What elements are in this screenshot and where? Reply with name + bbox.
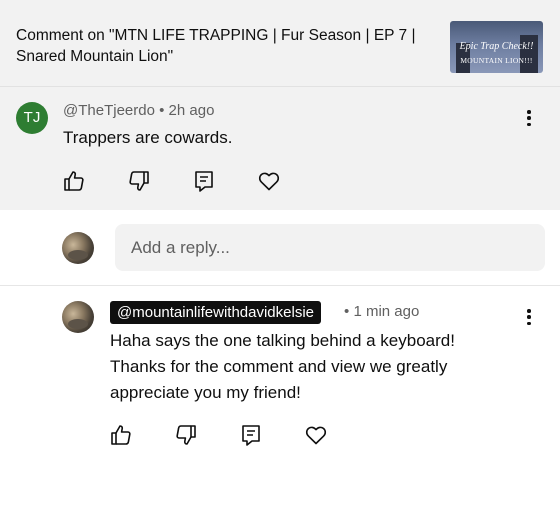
reply-text-line: appreciate you my friend! (110, 383, 301, 402)
dislike-icon[interactable] (127, 169, 151, 193)
reply-input[interactable]: Add a reply... (115, 224, 545, 271)
reply-text-line: Thanks for the comment and view we great… (110, 357, 448, 376)
comment-header: Comment on "MTN LIFE TRAPPING | Fur Seas… (0, 0, 560, 86)
comment-time: 2h ago (168, 102, 215, 119)
avatar[interactable] (62, 301, 94, 333)
video-thumbnail[interactable]: Epic Trap Check!! MOUNTAIN LION!!! (450, 21, 543, 73)
meta-separator: • (344, 303, 350, 320)
reply-text-line: Haha says the one talking behind a keybo… (110, 331, 455, 350)
reply-actions (109, 423, 369, 447)
comment-meta: @TheTjeerdo • 2h ago (63, 102, 214, 119)
reply-author[interactable]: @mountainlifewithdavidkelsie (110, 301, 321, 324)
reply-comment: @mountainlifewithdavidkelsie • 1 min ago… (0, 287, 560, 507)
heart-icon[interactable] (257, 169, 281, 193)
dislike-icon[interactable] (174, 423, 198, 447)
comment-text: Trappers are cowards. (63, 128, 233, 147)
like-icon[interactable] (62, 169, 86, 193)
reply-text: Haha says the one talking behind a keybo… (110, 328, 530, 406)
meta-separator: • (159, 102, 165, 119)
thumbnail-caption-1: Epic Trap Check!! (459, 41, 534, 52)
video-title-line-2: Snared Mountain Lion" (16, 48, 174, 65)
video-title-line-1: Comment on "MTN LIFE TRAPPING | Fur Seas… (16, 27, 416, 44)
reply-icon[interactable] (239, 423, 263, 447)
more-vert-icon[interactable] (521, 307, 537, 327)
reply-time: 1 min ago (353, 303, 420, 320)
avatar[interactable] (62, 232, 94, 264)
reply-placeholder: Add a reply... (131, 238, 230, 257)
reply-row: Add a reply... (0, 210, 560, 286)
reply-meta: • 1 min ago (344, 303, 419, 320)
reply-icon[interactable] (192, 169, 216, 193)
heart-icon[interactable] (304, 423, 328, 447)
thumbnail-caption-2: MOUNTAIN LION!!! (460, 56, 533, 65)
avatar[interactable]: TJ (16, 102, 48, 134)
comment-actions (62, 169, 322, 193)
comment-author[interactable]: @TheTjeerdo (63, 102, 155, 119)
like-icon[interactable] (109, 423, 133, 447)
comment: TJ @TheTjeerdo • 2h ago Trappers are cow… (0, 86, 560, 210)
video-title[interactable]: Comment on "MTN LIFE TRAPPING | Fur Seas… (16, 25, 436, 67)
more-vert-icon[interactable] (521, 108, 537, 128)
